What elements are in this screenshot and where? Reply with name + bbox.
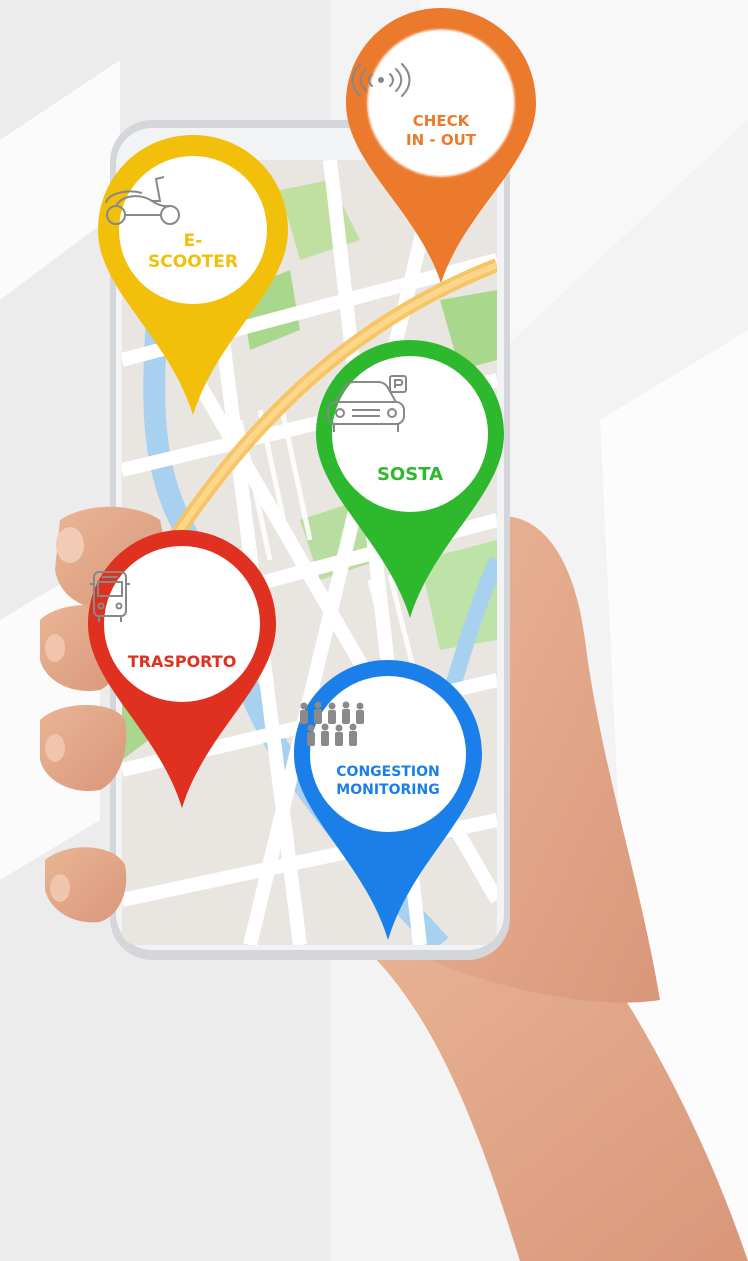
pin-label: CHECK IN - OUT [406,112,476,149]
pin-label: E- SCOOTER [148,231,238,273]
pin-trasporto[interactable]: TRASPORTO [88,530,276,808]
pin-sosta[interactable]: SOSTA [316,340,504,618]
pin-congestion-monitoring[interactable]: CONGESTION MONITORING [294,660,482,940]
pin-label: SOSTA [376,464,444,485]
pin-label: TRASPORTO [127,652,237,671]
pin-e-scooter[interactable]: E- SCOOTER [98,135,288,415]
pin-label: CONGESTION MONITORING [336,764,440,798]
pin-check-in-out[interactable]: CHECK IN - OUT [346,8,536,283]
